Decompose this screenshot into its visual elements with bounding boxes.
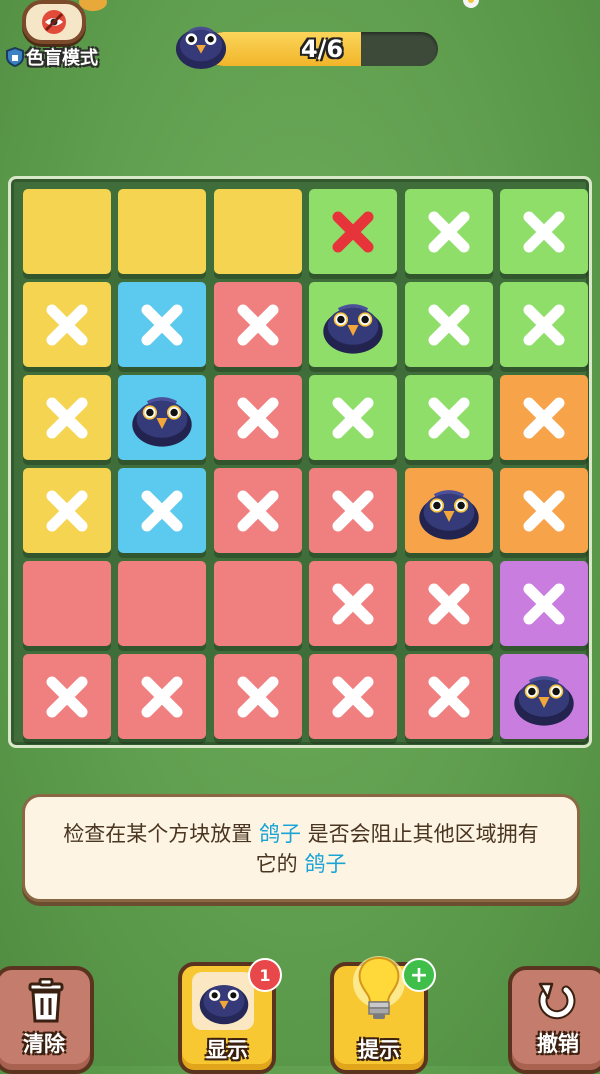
hint-text-1: 检查在某个方块放置: [63, 822, 259, 846]
board-cell[interactable]: [213, 189, 302, 274]
cross-icon: [330, 395, 376, 441]
shield-icon: [6, 47, 24, 67]
board-cell[interactable]: [213, 561, 302, 646]
board-cell[interactable]: [404, 468, 493, 553]
board-cell[interactable]: [499, 375, 588, 460]
show-button-label: 显示: [206, 1038, 248, 1062]
clear-button[interactable]: 清除: [0, 966, 94, 1074]
colorblind-toggle-button[interactable]: [22, 0, 86, 44]
board-cell[interactable]: [23, 189, 111, 274]
board-cell[interactable]: [309, 282, 398, 367]
trash-icon: [28, 978, 64, 1023]
cross-icon: [521, 302, 567, 348]
cross-icon: [139, 302, 185, 348]
board-cell[interactable]: [309, 468, 398, 553]
undo-button[interactable]: 撤销: [508, 966, 600, 1074]
lightbulb-icon: [353, 956, 405, 1019]
cross-icon: [235, 395, 281, 441]
board-cell[interactable]: [213, 375, 302, 460]
board-cell[interactable]: [499, 654, 588, 739]
board-cell[interactable]: [118, 654, 207, 739]
colorblind-label-text: 色盲模式: [26, 48, 98, 69]
board-cell[interactable]: [213, 468, 302, 553]
pigeon-icon: [416, 481, 482, 541]
board-cell[interactable]: [118, 468, 207, 553]
cross-icon: [44, 488, 90, 534]
board-cell[interactable]: [499, 282, 588, 367]
hint-box: 检查在某个方块放置 鸽子 是否会阻止其他区域拥有它的 鸽子: [22, 794, 580, 902]
board-cell[interactable]: [404, 189, 493, 274]
cross-icon: [44, 674, 90, 720]
hint-keyword-pigeon-2: 鸽子: [304, 852, 347, 876]
cross-icon: [521, 581, 567, 627]
cross-icon: [44, 395, 90, 441]
board-cell[interactable]: [404, 561, 493, 646]
cross-icon: [330, 488, 376, 534]
board-cell[interactable]: [118, 561, 207, 646]
board-cell[interactable]: [23, 654, 111, 739]
cross-red-icon: [330, 209, 376, 255]
cross-icon: [426, 674, 472, 720]
colorblind-label[interactable]: 色盲模式: [6, 44, 98, 70]
board-cell[interactable]: [309, 654, 398, 739]
cross-icon: [426, 581, 472, 627]
pigeon-icon: [199, 985, 249, 1025]
cross-icon: [235, 302, 281, 348]
board-cell[interactable]: [23, 468, 111, 553]
clear-button-label: 清除: [23, 1032, 65, 1056]
board-cell[interactable]: [499, 189, 588, 274]
pigeon-icon: [175, 26, 227, 70]
cross-icon: [521, 395, 567, 441]
undo-button-label: 撤销: [537, 1032, 579, 1056]
cross-icon: [426, 395, 472, 441]
board-cell[interactable]: [404, 375, 493, 460]
pigeon-icon: [320, 295, 386, 355]
cross-icon: [521, 209, 567, 255]
cross-icon: [139, 488, 185, 534]
board-cell[interactable]: [499, 561, 588, 646]
board-cell[interactable]: [213, 654, 302, 739]
board-cell[interactable]: [213, 282, 302, 367]
show-count-badge: 1: [248, 958, 282, 992]
cross-icon: [521, 488, 567, 534]
board-cell[interactable]: [309, 375, 398, 460]
cross-icon: [330, 581, 376, 627]
board-cell[interactable]: [404, 654, 493, 739]
board-cell[interactable]: [309, 561, 398, 646]
hint-keyword-pigeon-1: 鸽子: [259, 822, 301, 846]
board-cell[interactable]: [309, 189, 398, 274]
cross-icon: [426, 302, 472, 348]
cross-icon: [330, 674, 376, 720]
progress-text: 4/6: [300, 35, 344, 63]
board-cell[interactable]: [118, 375, 207, 460]
board-cell[interactable]: [118, 189, 207, 274]
eye-off-icon: [42, 10, 66, 34]
board-cell[interactable]: [118, 282, 207, 367]
cross-icon: [235, 674, 281, 720]
pigeon-icon: [129, 388, 195, 448]
cross-icon: [44, 302, 90, 348]
cross-icon: [139, 674, 185, 720]
tip-button-label: 提示: [358, 1038, 400, 1062]
cross-icon: [426, 209, 472, 255]
board-cell[interactable]: [404, 282, 493, 367]
game-board: [8, 176, 592, 748]
board-cell[interactable]: [499, 468, 588, 553]
board-cell[interactable]: [23, 561, 111, 646]
board-cell[interactable]: [23, 375, 111, 460]
tip-add-badge[interactable]: +: [402, 958, 436, 992]
pigeon-icon: [511, 667, 577, 727]
undo-icon: [538, 982, 576, 1020]
board-cell[interactable]: [23, 282, 111, 367]
flower-decoration: [463, 0, 479, 8]
board-grid: [23, 189, 588, 739]
cross-icon: [235, 488, 281, 534]
